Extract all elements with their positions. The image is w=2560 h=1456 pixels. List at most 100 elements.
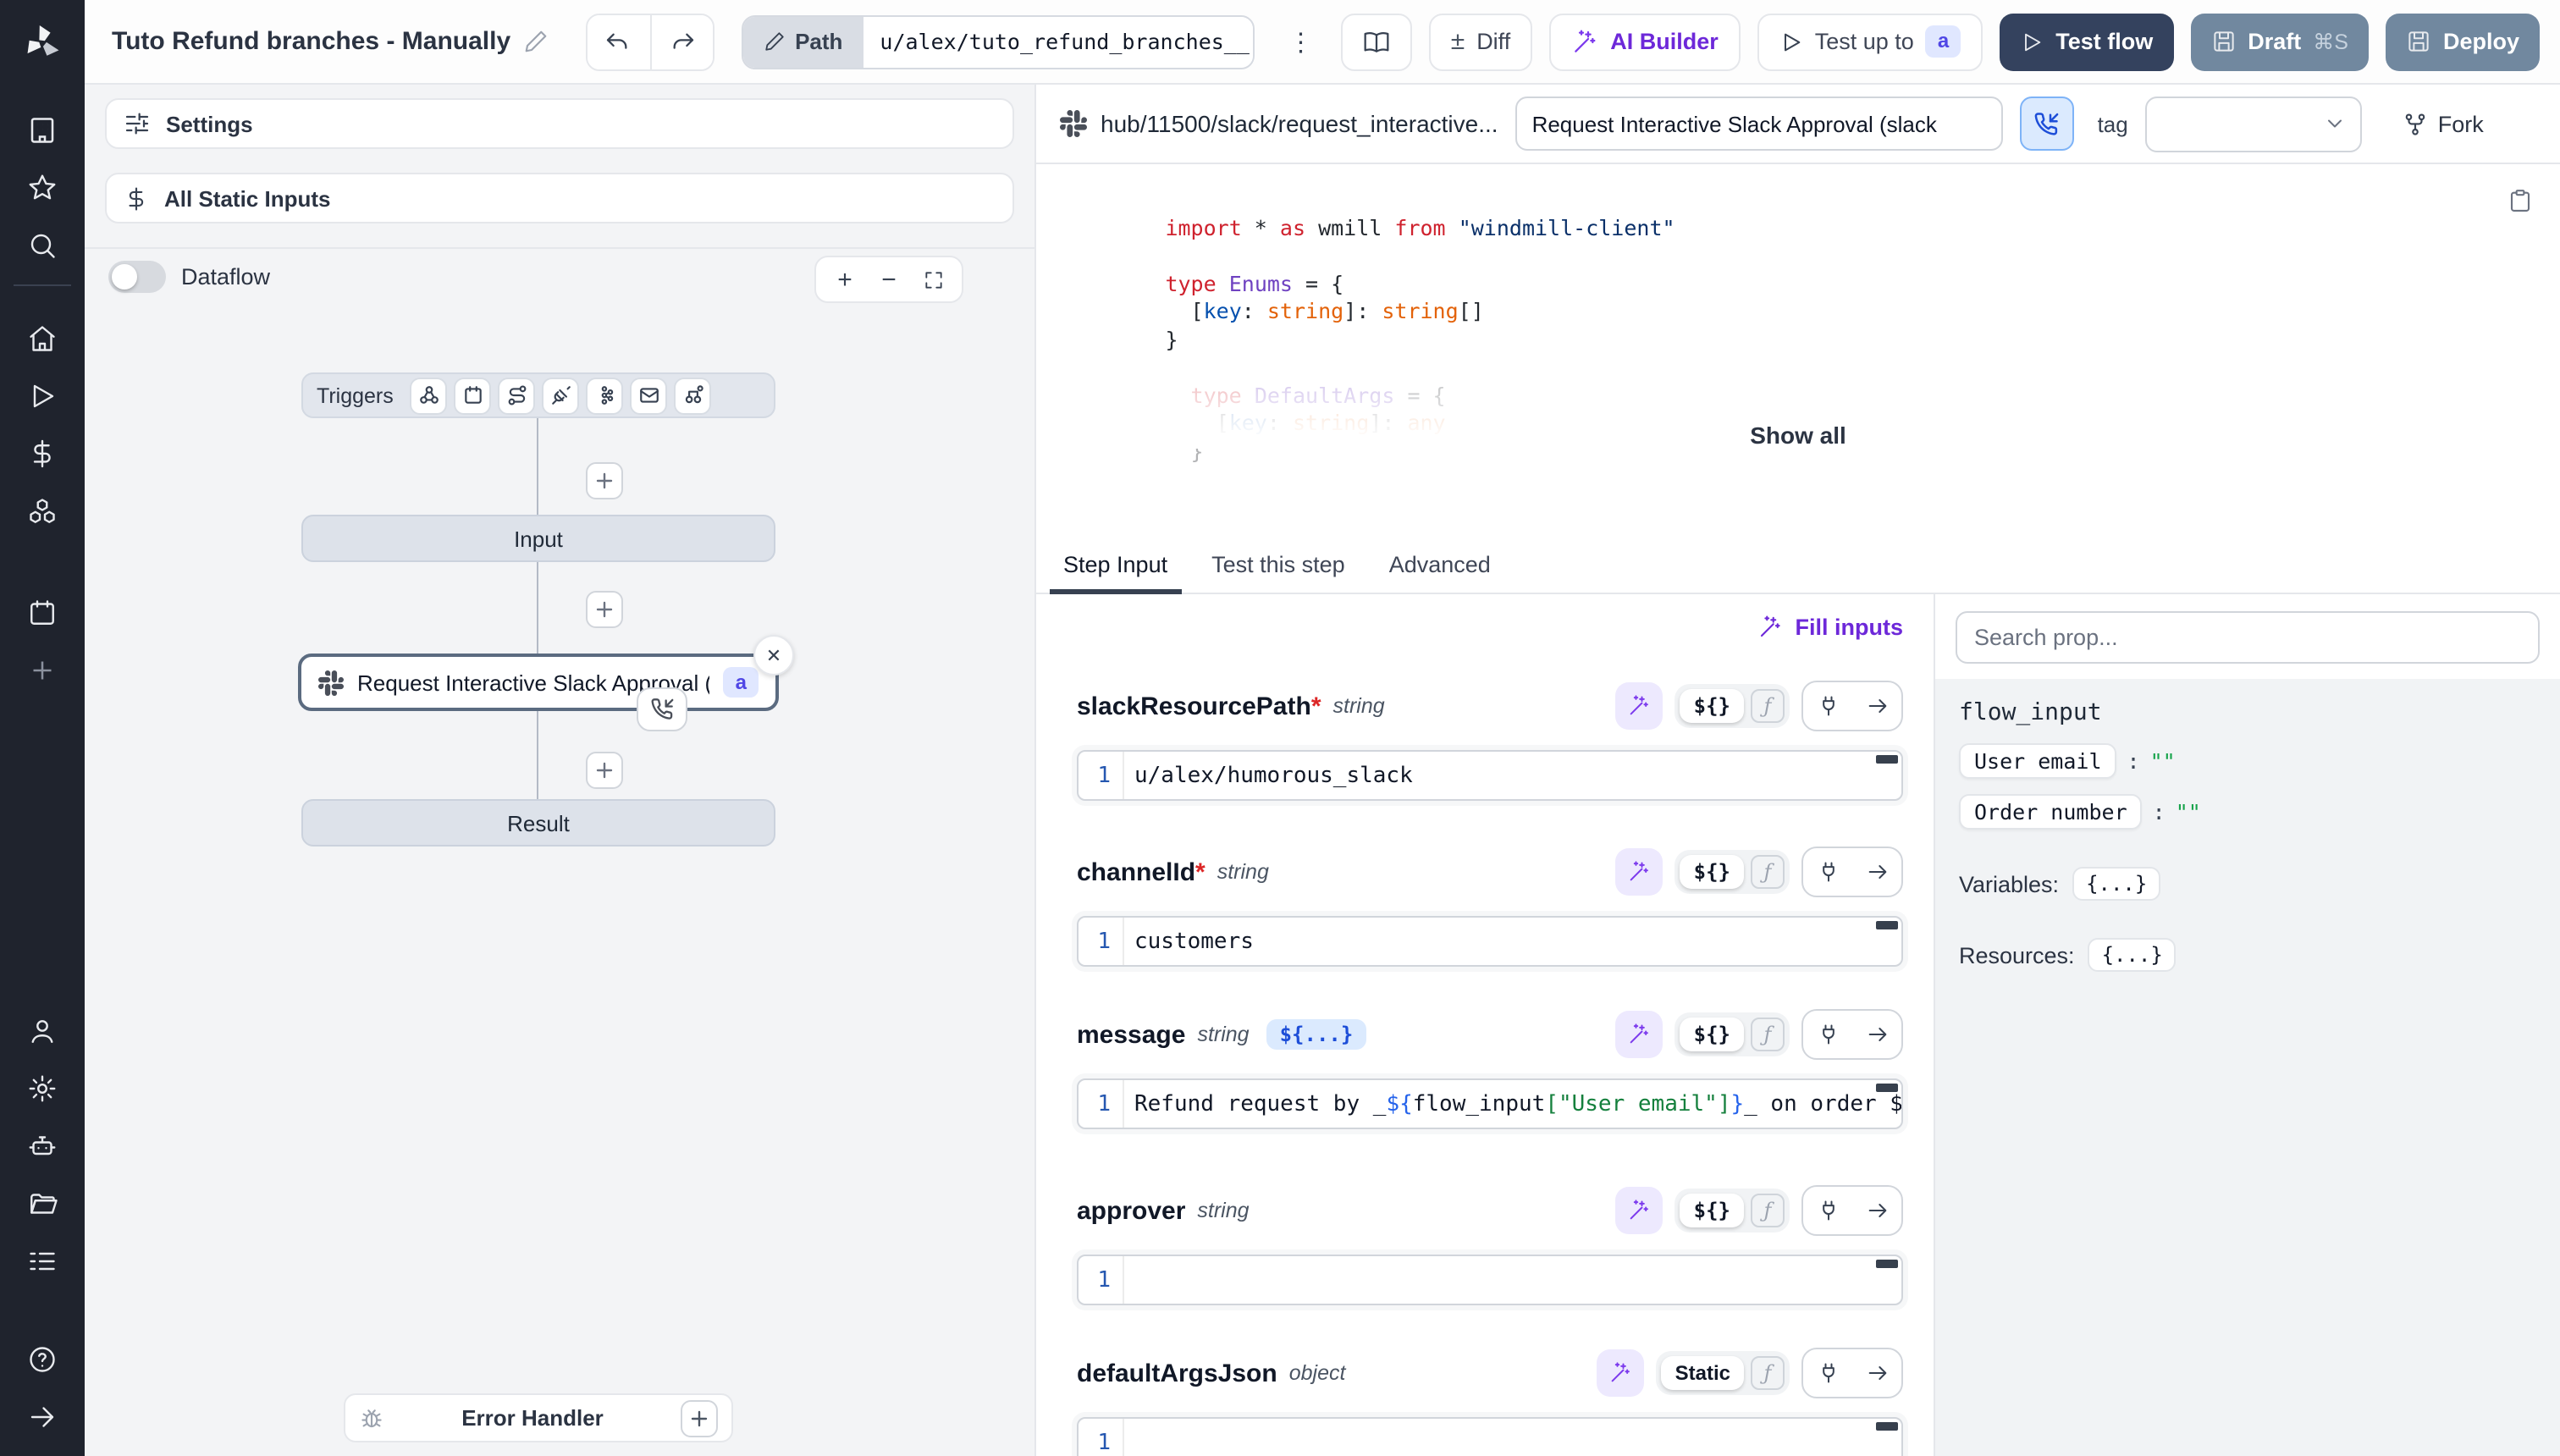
poll-trigger-icon[interactable]	[675, 377, 712, 414]
plug-icon[interactable]	[1803, 1187, 1852, 1234]
zoom-out-button[interactable]: −	[867, 265, 911, 294]
settings-gear-icon[interactable]	[27, 1073, 58, 1104]
field-editor[interactable]: 1 customers	[1077, 916, 1903, 967]
suspend-approval-button[interactable]	[2020, 97, 2074, 151]
prop-name-pill[interactable]: Order number	[1959, 794, 2143, 830]
favorites-star-icon[interactable]	[27, 173, 58, 203]
runs-icon[interactable]	[27, 381, 58, 411]
input-node[interactable]: Input	[301, 515, 775, 562]
hub-path[interactable]: hub/11500/slack/request_interactive...	[1060, 110, 1498, 137]
user-icon[interactable]	[27, 1016, 58, 1046]
prop-user-email[interactable]: User email : ""	[1959, 743, 2536, 779]
docs-button[interactable]	[1341, 13, 1412, 70]
ai-fill-button[interactable]	[1616, 1011, 1663, 1058]
ai-fill-button[interactable]	[1616, 682, 1663, 730]
search-icon[interactable]	[27, 230, 58, 261]
triggers-node[interactable]: Triggers	[301, 372, 775, 418]
arrow-right-icon[interactable]	[1852, 848, 1901, 896]
expand-rail-icon[interactable]	[27, 1402, 58, 1432]
test-flow-button[interactable]: Test flow	[2000, 13, 2173, 70]
fork-button[interactable]: Fork	[2403, 111, 2484, 136]
template-mode-button[interactable]: ${}	[1680, 1194, 1744, 1227]
field-editor[interactable]: 1 u/alex/humorous_slack	[1077, 750, 1903, 801]
arrow-right-icon[interactable]	[1852, 1187, 1901, 1234]
undo-button[interactable]	[587, 14, 649, 69]
tab-step-input[interactable]: Step Input	[1063, 552, 1167, 593]
dataflow-toggle[interactable]	[108, 261, 166, 293]
code-editor[interactable]: import * as wmill from "windmill-client"…	[1036, 164, 2560, 538]
resources-icon[interactable]	[27, 496, 58, 527]
workspace-icon[interactable]	[27, 115, 58, 146]
template-mode-button[interactable]: ${}	[1680, 689, 1744, 723]
resources-expand-pill[interactable]: {...}	[2088, 938, 2177, 972]
field-editor[interactable]: 1	[1077, 1417, 1903, 1456]
javascript-mode-button[interactable]: ƒ	[1751, 1194, 1785, 1227]
template-mode-button[interactable]: ${}	[1680, 855, 1744, 889]
more-menu-icon[interactable]: ⋮	[1277, 14, 1324, 69]
tab-test-this-step[interactable]: Test this step	[1211, 552, 1345, 593]
tab-advanced[interactable]: Advanced	[1389, 552, 1491, 593]
fill-inputs-button[interactable]: Fill inputs	[1758, 615, 1904, 640]
test-up-to-button[interactable]: Test up to a	[1757, 13, 1983, 70]
email-trigger-icon[interactable]	[631, 377, 668, 414]
variables-expand-pill[interactable]: {...}	[2072, 867, 2160, 901]
field-editor[interactable]: 1	[1077, 1255, 1903, 1305]
draft-button[interactable]: Draft ⌘S	[2190, 13, 2369, 70]
add-step-button[interactable]	[586, 752, 623, 789]
flow-settings-button[interactable]: Settings	[105, 98, 1014, 149]
home-icon[interactable]	[27, 323, 58, 354]
copy-code-icon[interactable]	[2508, 188, 2533, 213]
help-icon[interactable]	[27, 1344, 58, 1375]
arrow-right-icon[interactable]	[1852, 682, 1901, 730]
javascript-mode-button[interactable]: ƒ	[1751, 689, 1785, 723]
static-mode-button[interactable]: Static	[1662, 1356, 1744, 1390]
remove-step-icon[interactable]: ✕	[753, 635, 794, 676]
add-icon[interactable]	[27, 655, 58, 686]
workers-robot-icon[interactable]	[27, 1131, 58, 1161]
arrow-right-icon[interactable]	[1852, 1349, 1901, 1397]
kafka-trigger-icon[interactable]	[587, 377, 624, 414]
slack-approval-node[interactable]: Request Interactive Slack Approval (... …	[298, 654, 779, 711]
template-mode-button[interactable]: ${}	[1680, 1018, 1744, 1051]
redo-button[interactable]	[649, 14, 712, 69]
ai-fill-button[interactable]	[1616, 1187, 1663, 1234]
edit-title-icon[interactable]	[522, 29, 548, 54]
schedule-trigger-icon[interactable]	[455, 377, 492, 414]
field-editor[interactable]: 1 Refund request by _${flow_input["User …	[1077, 1078, 1903, 1129]
folders-icon[interactable]	[27, 1189, 58, 1219]
variables-icon[interactable]	[27, 438, 58, 469]
javascript-mode-button[interactable]: ƒ	[1751, 855, 1785, 889]
windmill-logo[interactable]	[0, 0, 85, 84]
show-all-button[interactable]: Show all	[1750, 422, 1846, 449]
add-step-button[interactable]	[586, 462, 623, 499]
path-field[interactable]: Path u/alex/tuto_refund_branches__	[741, 14, 1254, 69]
diff-button[interactable]: ± Diff	[1429, 13, 1533, 70]
plug-icon[interactable]	[1803, 848, 1852, 896]
audit-logs-icon[interactable]	[27, 1246, 58, 1277]
arrow-right-icon[interactable]	[1852, 1011, 1901, 1058]
websocket-trigger-icon[interactable]	[543, 377, 580, 414]
add-error-handler-icon[interactable]	[681, 1399, 718, 1437]
http-route-trigger-icon[interactable]	[499, 377, 536, 414]
webhook-trigger-icon[interactable]	[411, 377, 448, 414]
plug-icon[interactable]	[1803, 1011, 1852, 1058]
ai-fill-button[interactable]	[1616, 848, 1663, 896]
step-name-input[interactable]	[1515, 97, 2003, 151]
tag-select[interactable]	[2145, 96, 2362, 152]
path-value[interactable]: u/alex/tuto_refund_branches__	[863, 16, 1252, 67]
add-step-button[interactable]	[586, 591, 623, 628]
ai-builder-button[interactable]: AI Builder	[1549, 13, 1741, 70]
plug-icon[interactable]	[1803, 1349, 1852, 1397]
javascript-mode-button[interactable]: ƒ	[1751, 1018, 1785, 1051]
deploy-button[interactable]: Deploy	[2386, 13, 2540, 70]
prop-name-pill[interactable]: User email	[1959, 743, 2117, 779]
result-node[interactable]: Result	[301, 799, 775, 847]
zoom-in-button[interactable]: +	[823, 265, 867, 294]
all-static-inputs-button[interactable]: All Static Inputs	[105, 173, 1014, 223]
javascript-mode-button[interactable]: ƒ	[1751, 1356, 1785, 1390]
prop-order-number[interactable]: Order number : ""	[1959, 794, 2536, 830]
fullscreen-button[interactable]	[911, 268, 955, 290]
ai-fill-button[interactable]	[1597, 1349, 1645, 1397]
error-handler-node[interactable]: Error Handler	[344, 1393, 733, 1442]
search-prop-input[interactable]	[1956, 611, 2540, 664]
